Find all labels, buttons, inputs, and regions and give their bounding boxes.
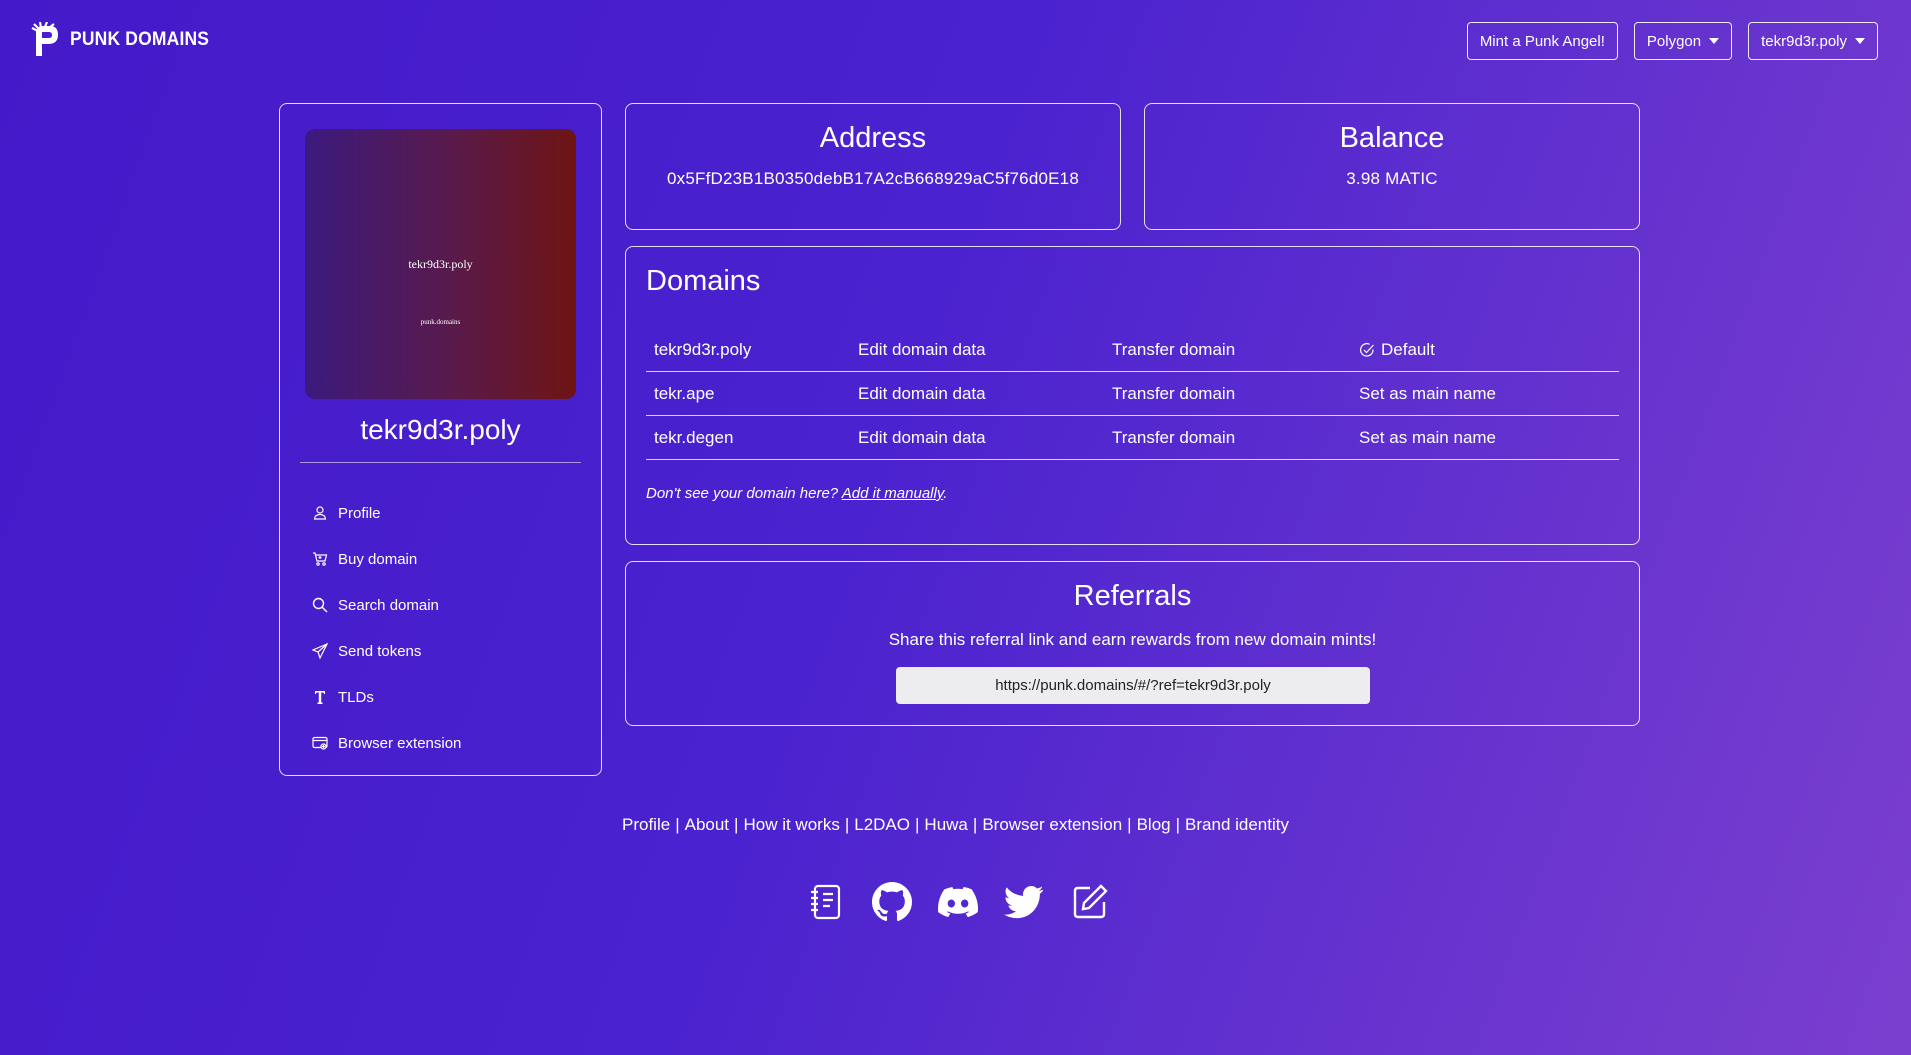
domains-title: Domains bbox=[646, 265, 761, 297]
edit-icon[interactable] bbox=[1070, 882, 1110, 922]
sidebar-item-send-tokens[interactable]: Send tokens bbox=[312, 628, 461, 674]
brand-name: PUNK DOMAINS bbox=[70, 29, 210, 50]
address-card: Address 0x5FfD23B1B0350debB17A2cB668929a… bbox=[625, 103, 1121, 230]
domain-name: tekr9d3r.poly bbox=[654, 339, 752, 359]
discord-icon[interactable] bbox=[938, 882, 978, 922]
top-navigation: Mint a Punk Angel! Polygon tekr9d3r.poly bbox=[1466, 22, 1878, 60]
edit-domain-link[interactable]: Edit domain data bbox=[850, 428, 1104, 448]
chevron-down-icon bbox=[1709, 38, 1720, 44]
browser-icon bbox=[312, 736, 328, 750]
send-icon bbox=[312, 643, 328, 659]
footer-separator: | bbox=[915, 815, 920, 834]
transfer-domain-link[interactable]: Transfer domain bbox=[1104, 428, 1351, 448]
search-icon bbox=[312, 597, 328, 613]
sidebar-item-buy-domain[interactable]: Buy domain bbox=[312, 536, 461, 582]
footer-link-browser-extension[interactable]: Browser extension bbox=[982, 815, 1122, 834]
footer-link-how-it-works[interactable]: How it works bbox=[743, 815, 839, 834]
footer-link-brand-identity[interactable]: Brand identity bbox=[1185, 815, 1289, 834]
referrals-card: Referrals Share this referral link and e… bbox=[625, 561, 1640, 726]
note-text: Don't see your domain here? bbox=[646, 485, 839, 502]
footer-separator: | bbox=[1175, 815, 1181, 834]
avatar-site-name: punk.domains bbox=[420, 318, 461, 326]
chevron-down-icon bbox=[1855, 38, 1865, 44]
account-dropdown[interactable]: tekr9d3r.poly bbox=[1748, 22, 1878, 60]
set-main-name-link[interactable]: Set as main name bbox=[1351, 384, 1619, 404]
balance-title: Balance bbox=[1339, 122, 1445, 154]
cart-icon bbox=[313, 552, 328, 566]
sidebar-item-tlds[interactable]: TLDs bbox=[312, 674, 461, 720]
footer-link-huwa[interactable]: Huwa bbox=[924, 815, 967, 834]
add-manually-link[interactable]: Add it manually bbox=[842, 485, 943, 502]
network-label: Polygon bbox=[1646, 32, 1702, 50]
sidebar-item-label: Profile bbox=[338, 504, 381, 522]
address-title: Address bbox=[819, 122, 927, 154]
edit-domain-link[interactable]: Edit domain data bbox=[850, 384, 1104, 404]
footer-separator: | bbox=[1127, 815, 1132, 834]
sidebar-item-label: TLDs bbox=[338, 688, 374, 706]
transfer-domain-link[interactable]: Transfer domain bbox=[1104, 384, 1351, 404]
sidebar-item-label: Send tokens bbox=[338, 642, 422, 660]
balance-value: 3.98 MATIC bbox=[1346, 169, 1438, 188]
footer-links: Profile | About | How it works | L2DAO | Huwa | Br… bbox=[0, 815, 1911, 835]
footer-link-about[interactable]: About bbox=[685, 815, 729, 834]
table-row: tekr.ape Edit domain data Transfer domai… bbox=[646, 372, 1619, 416]
table-row: tekr9d3r.poly Edit domain data Transfer … bbox=[646, 328, 1619, 372]
avatar-domain-name: tekr9d3r.poly bbox=[408, 257, 473, 271]
check-circle-icon bbox=[1360, 342, 1374, 357]
set-main-name-link[interactable]: Set as main name bbox=[1351, 428, 1619, 448]
sidebar-item-browser-extension[interactable]: Browser extension bbox=[312, 720, 461, 766]
domain-name: tekr.degen bbox=[654, 427, 734, 447]
profile-sidebar: tekr9d3r.poly punk.domains tekr9d3r.poly… bbox=[279, 103, 602, 776]
github-icon[interactable] bbox=[872, 882, 912, 922]
network-dropdown[interactable]: Polygon bbox=[1633, 22, 1733, 60]
footer-link-profile[interactable]: Profile bbox=[622, 815, 670, 834]
docs-icon[interactable] bbox=[806, 882, 846, 922]
default-status: Default bbox=[1351, 340, 1619, 360]
referrals-title: Referrals bbox=[1073, 580, 1192, 612]
mint-punk-angel-button[interactable]: Mint a Punk Angel! bbox=[1466, 22, 1618, 60]
footer-separator: | bbox=[972, 815, 978, 834]
note-end: . bbox=[943, 485, 948, 502]
sidebar-domain-name: tekr9d3r.poly bbox=[360, 414, 521, 445]
footer-link-blog[interactable]: Blog bbox=[1137, 815, 1171, 834]
transfer-domain-link[interactable]: Transfer domain bbox=[1104, 340, 1351, 360]
footer-social-icons bbox=[806, 882, 1110, 922]
domain-avatar-image: tekr9d3r.poly punk.domains bbox=[305, 129, 576, 399]
account-label: tekr9d3r.poly bbox=[1761, 32, 1847, 50]
sidebar-item-label: Buy domain bbox=[338, 550, 418, 568]
sidebar-item-label: Search domain bbox=[338, 596, 439, 614]
twitter-icon[interactable] bbox=[1004, 882, 1044, 922]
wallet-address: 0x5FfD23B1B0350debB17A2cB668929aC5f76d0E… bbox=[666, 169, 1079, 188]
missing-domain-note: Don't see your domain here? Add it manua… bbox=[646, 485, 947, 502]
table-row: tekr.degen Edit domain data Transfer dom… bbox=[646, 416, 1619, 460]
sidebar-divider bbox=[300, 462, 581, 463]
brand-logo[interactable]: PUNK DOMAINS bbox=[30, 22, 221, 58]
footer-separator: | bbox=[734, 815, 739, 834]
domains-table: tekr9d3r.poly Edit domain data Transfer … bbox=[646, 328, 1619, 460]
default-label: Default bbox=[1381, 339, 1435, 359]
domains-card: Domains tekr9d3r.poly Edit domain data T… bbox=[625, 246, 1640, 545]
footer-separator: | bbox=[844, 815, 850, 834]
domain-name: tekr.ape bbox=[654, 383, 715, 403]
sidebar-menu: Profile Buy domain Search domain Send to… bbox=[312, 490, 461, 766]
referrals-description: Share this referral link and earn reward… bbox=[888, 630, 1377, 649]
edit-domain-link[interactable]: Edit domain data bbox=[850, 340, 1104, 360]
sidebar-item-search-domain[interactable]: Search domain bbox=[312, 582, 461, 628]
mint-button-label: Mint a Punk Angel! bbox=[1479, 32, 1605, 50]
sidebar-item-label: Browser extension bbox=[338, 734, 462, 752]
person-icon bbox=[313, 506, 327, 520]
sidebar-item-profile[interactable]: Profile bbox=[312, 490, 461, 536]
balance-card: Balance 3.98 MATIC bbox=[1144, 103, 1640, 230]
footer-link-l2dao[interactable]: L2DAO bbox=[854, 815, 910, 834]
punk-logo-icon bbox=[31, 22, 58, 56]
footer-separator: | bbox=[675, 815, 680, 834]
type-icon bbox=[315, 691, 325, 704]
referral-link-field[interactable]: https://punk.domains/#/?ref=tekr9d3r.pol… bbox=[896, 667, 1370, 704]
